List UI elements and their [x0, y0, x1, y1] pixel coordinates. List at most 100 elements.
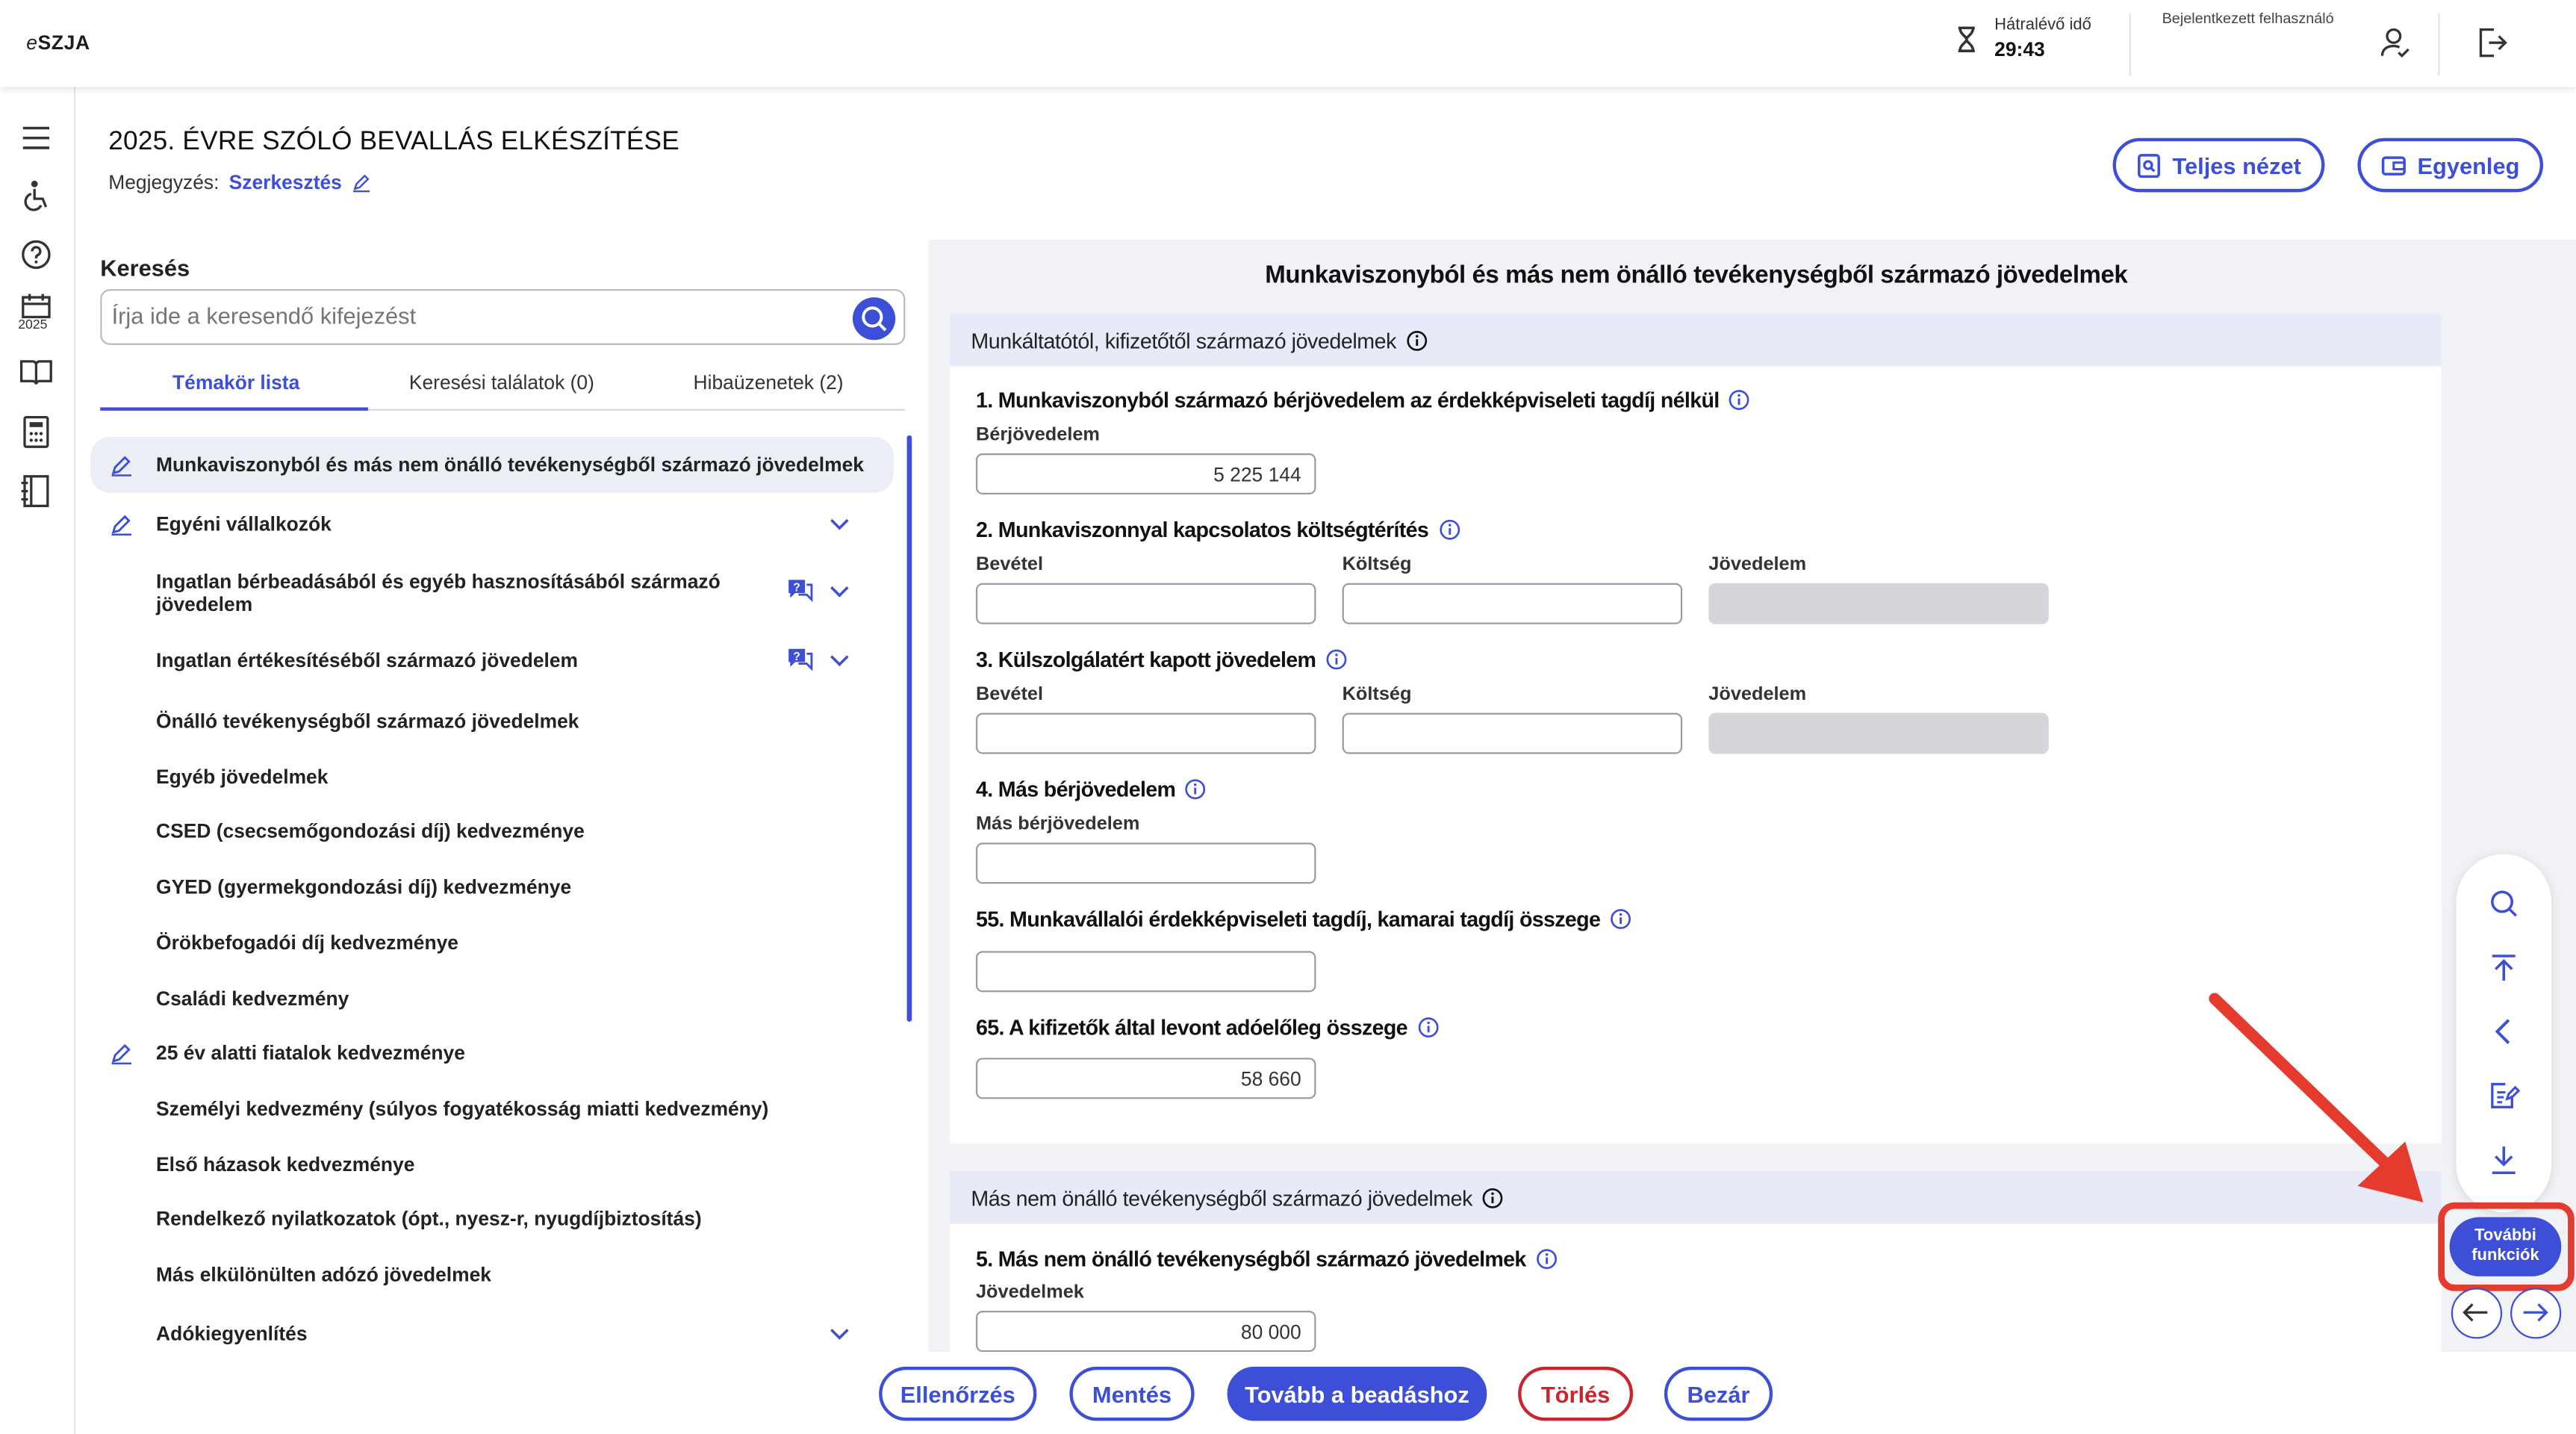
continue-to-submit-button[interactable]: Tovább a beadáshoz [1227, 1366, 1487, 1421]
previous-button[interactable] [2451, 1288, 2503, 1339]
svg-text:?: ? [793, 582, 800, 595]
pencil-icon[interactable] [352, 173, 371, 193]
field-label: Bérjövedelem [975, 425, 1100, 446]
delete-button[interactable]: Törlés [1518, 1366, 1634, 1421]
question-55: 55. Munkavállalói érdekképviseleti tagdí… [976, 907, 1631, 931]
chevron-left-icon[interactable] [2487, 1015, 2520, 1048]
chevron-down-icon[interactable] [828, 512, 851, 536]
info-icon[interactable] [1482, 1187, 1504, 1208]
help-chat-icon[interactable]: ? [785, 577, 815, 606]
question-2: 2. Munkaviszonnyal kapcsolatos költségté… [976, 518, 1460, 542]
topic-item[interactable]: Rendelkező nyilatkozatok (ópt., nyesz-r,… [90, 1205, 894, 1232]
chevron-down-icon[interactable] [828, 649, 851, 672]
section-title: Munkáltatótól, kifizetőtől származó jöve… [971, 327, 1396, 353]
info-icon[interactable] [1185, 778, 1207, 800]
info-icon[interactable] [1610, 908, 1631, 930]
q3-cost-input[interactable] [1342, 713, 1683, 754]
svg-text:?: ? [793, 651, 800, 663]
info-icon[interactable] [1406, 329, 1428, 351]
logout-icon[interactable] [2474, 25, 2510, 60]
calculator-icon[interactable] [18, 414, 54, 450]
info-icon[interactable] [1438, 519, 1460, 541]
book-icon[interactable] [18, 355, 54, 391]
topic-label: Egyéb jövedelmek [156, 765, 329, 789]
accessibility-icon[interactable] [18, 178, 54, 214]
info-icon[interactable] [1536, 1248, 1558, 1270]
other-income-input[interactable]: 80 000 [975, 1311, 1316, 1353]
annotation-arrow-icon [2209, 993, 2424, 1202]
document-search-icon [2138, 152, 2161, 178]
topic-item[interactable]: 25 év alatti fiatalok kedvezménye [90, 1040, 894, 1066]
edit-document-icon[interactable] [2487, 1079, 2521, 1112]
topic-list-scrollbar[interactable] [906, 435, 912, 1022]
advance-tax-input[interactable]: 58 660 [975, 1058, 1316, 1099]
topic-item[interactable]: Családi kedvezmény [90, 986, 894, 1012]
info-icon[interactable] [1417, 1016, 1439, 1038]
chevron-down-icon[interactable] [828, 1322, 851, 1345]
topic-item[interactable]: Egyéb jövedelmek [90, 764, 894, 790]
topic-item[interactable]: Önálló tevékenységből származó jövedelme… [90, 708, 894, 734]
menu-icon[interactable] [18, 120, 54, 156]
chevron-down-icon[interactable] [828, 580, 851, 603]
check-button[interactable]: Ellenőrzés [879, 1366, 1037, 1421]
help-icon[interactable] [18, 237, 54, 273]
topic-item[interactable]: Adókiegyenlítés [90, 1320, 894, 1347]
page-title: 2025. ÉVRE SZÓLÓ BEVALLÁS ELKÉSZÍTÉSE [108, 128, 679, 156]
search-input[interactable] [111, 302, 835, 329]
other-wage-input[interactable] [975, 842, 1316, 884]
topic-item[interactable]: Munkaviszonyból és más nem önálló tevéke… [90, 437, 894, 493]
help-chat-icon[interactable]: ? [785, 645, 815, 675]
close-button[interactable]: Bezár [1664, 1366, 1773, 1421]
search-box [100, 289, 906, 345]
pencil-icon [111, 456, 132, 477]
question-65: 65. A kifizetők által levont adóelőleg ö… [976, 1015, 1439, 1040]
note-row: Megjegyzés: Szerkesztés [108, 171, 371, 194]
tab-search-results[interactable]: Keresési találatok (0) [409, 371, 594, 394]
search-icon[interactable] [2487, 887, 2520, 920]
topic-item[interactable]: Más elkülönülten adózó jövedelmek [90, 1261, 894, 1288]
topic-label: Ingatlan bérbeadásából és egyéb hasznosí… [156, 570, 721, 616]
arrow-left-icon [2463, 1303, 2488, 1322]
info-icon[interactable] [1729, 389, 1751, 411]
scroll-to-top-icon[interactable] [2487, 951, 2520, 984]
topic-item[interactable]: Első házasok kedvezménye [90, 1152, 894, 1178]
q2-income-input[interactable] [975, 583, 1316, 624]
field-label: Jövedelmek [975, 1282, 1084, 1303]
question-5: 5. Más nem önálló tevékenységből származ… [976, 1247, 1558, 1271]
topic-item[interactable]: Személyi kedvezmény (súlyos fogyatékossá… [90, 1096, 894, 1122]
question-4: 4. Más bérjövedelem [976, 777, 1207, 801]
topic-item[interactable]: Ingatlan értékesítéséből származó jövede… [90, 648, 894, 674]
next-button[interactable] [2510, 1288, 2562, 1339]
q2-profit-field [1708, 583, 2049, 624]
download-icon[interactable] [2487, 1143, 2520, 1176]
topic-item[interactable]: GYED (gyermekgondozási díj) kedvezménye [90, 874, 894, 900]
full-view-button[interactable]: Teljes nézet [2112, 137, 2325, 193]
tab-error-messages[interactable]: Hibaüzenetek (2) [694, 371, 844, 394]
save-button[interactable]: Mentés [1069, 1366, 1195, 1421]
notebook-icon[interactable] [18, 473, 54, 509]
info-icon[interactable] [1326, 649, 1348, 671]
q3-income-input[interactable] [975, 713, 1316, 754]
topic-label: Első házasok kedvezménye [156, 1152, 415, 1176]
user-check-icon[interactable] [2377, 25, 2413, 60]
balance-button[interactable]: Egyenleg [2357, 137, 2544, 193]
edit-note-link[interactable]: Szerkesztés [229, 171, 342, 194]
floating-toolbar [2456, 854, 2552, 1213]
app-logo[interactable]: eSZJA [26, 31, 90, 55]
topic-item[interactable]: Egyéni vállalkozók [90, 511, 894, 537]
wallet-icon [2382, 155, 2407, 175]
topic-label: Rendelkező nyilatkozatok (ópt., nyesz-r,… [156, 1207, 702, 1231]
topic-item[interactable]: Örökbefogadói díj kedvezménye [90, 930, 894, 956]
active-tab-indicator [100, 407, 368, 411]
topic-item[interactable]: CSED (csecsemőgondozási díj) kedvezménye [90, 818, 894, 844]
topic-item[interactable]: Ingatlan bérbeadásából és egyéb hasznosí… [90, 568, 894, 618]
question-1: 1. Munkaviszonyból származó bérjövedelem… [976, 388, 1750, 412]
search-button[interactable] [852, 297, 896, 341]
q2-cost-input[interactable] [1342, 583, 1683, 624]
field-label: Jövedelem [1708, 685, 1807, 705]
tab-topic-list[interactable]: Témakör lista [172, 371, 299, 394]
wage-income-input[interactable]: 5 225 144 [975, 453, 1316, 494]
more-functions-button[interactable]: További funkciók [2449, 1217, 2562, 1276]
membership-fee-input[interactable] [975, 951, 1316, 993]
form-title: Munkaviszonyból és más nem önálló tevéke… [1265, 261, 2128, 290]
